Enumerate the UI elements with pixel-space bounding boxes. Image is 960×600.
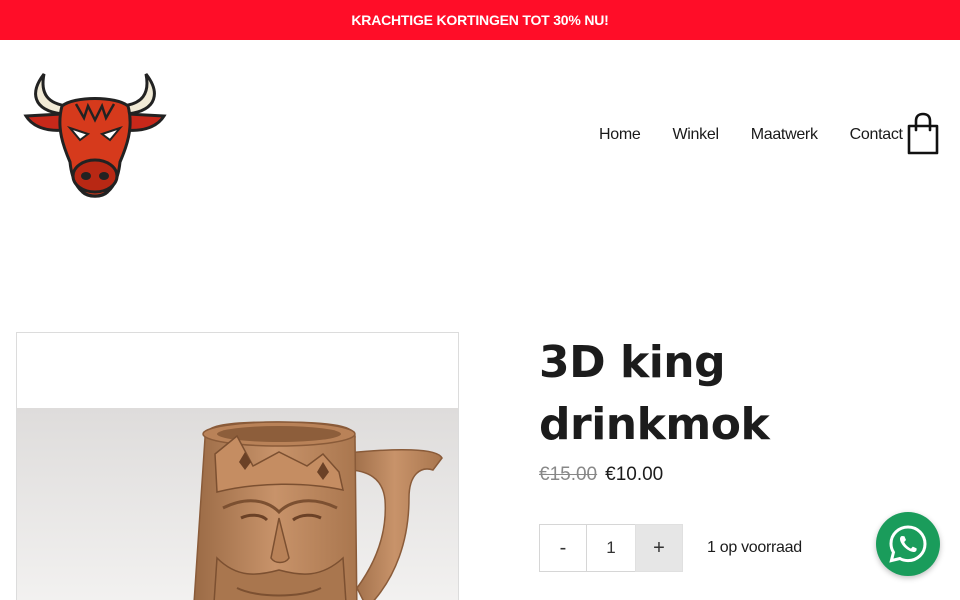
nav-item-home[interactable]: Home (599, 126, 641, 144)
quantity-increase-button[interactable]: + (635, 524, 683, 572)
product-gallery[interactable] (16, 332, 459, 600)
whatsapp-icon (889, 525, 927, 563)
shopping-bag-icon (907, 112, 939, 155)
cart-button[interactable] (904, 112, 942, 156)
king-mug-photo-icon (17, 408, 458, 600)
nav-item-maatwerk[interactable]: Maatwerk (751, 126, 818, 144)
bull-head-logo-icon (23, 73, 167, 198)
nav-item-contact[interactable]: Contact (850, 126, 903, 144)
site-logo[interactable] (22, 70, 168, 202)
stock-status: 1 op voorraad (707, 539, 802, 556)
quantity-decrease-button[interactable]: - (539, 524, 587, 572)
whatsapp-chat-button[interactable] (876, 512, 940, 576)
promo-banner: KRACHTIGE KORTINGEN TOT 30% NU! (0, 0, 960, 40)
quantity-input[interactable] (587, 524, 635, 572)
promo-text: KRACHTIGE KORTINGEN TOT 30% NU! (351, 12, 609, 28)
product-price: €15.00 €10.00 (539, 464, 939, 486)
price-old: €15.00 (539, 464, 598, 485)
price-new: €10.00 (605, 464, 664, 485)
product-summary: 3D king drinkmok €15.00 €10.00 - + 1 op … (539, 332, 939, 572)
quantity-row: - + 1 op voorraad (539, 524, 802, 572)
main-nav: Home Winkel Maatwerk Contact (599, 126, 903, 144)
nav-item-winkel[interactable]: Winkel (672, 126, 719, 144)
site-header: Home Winkel Maatwerk Contact (0, 40, 960, 240)
product-title: 3D king drinkmok (539, 337, 770, 450)
